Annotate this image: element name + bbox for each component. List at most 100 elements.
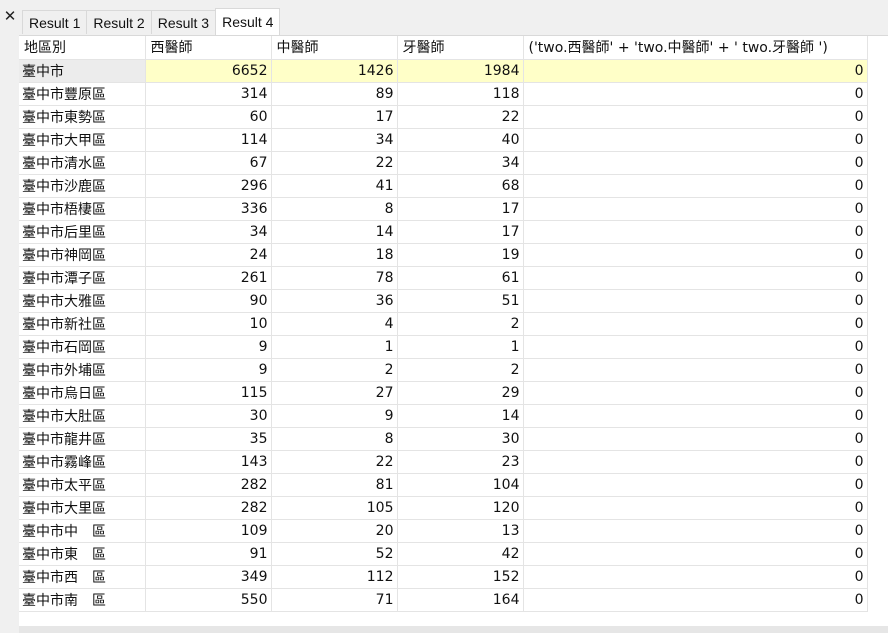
table-row[interactable]: 臺中市西 區 349 112 152 0	[19, 565, 868, 589]
cell-dentists[interactable]: 17	[397, 197, 524, 221]
cell-region[interactable]: 臺中市大肚區	[19, 404, 146, 428]
cell-region[interactable]: 臺中市大里區	[19, 496, 146, 520]
cell-chinese-doctors[interactable]: 52	[271, 542, 398, 566]
cell-expression[interactable]: 0	[523, 473, 868, 497]
cell-chinese-doctors[interactable]: 89	[271, 82, 398, 106]
cell-expression[interactable]: 0	[523, 82, 868, 106]
cell-dentists[interactable]: 1984	[397, 59, 524, 83]
cell-region[interactable]: 臺中市西 區	[19, 565, 146, 589]
cell-region[interactable]: 臺中市梧棲區	[19, 197, 146, 221]
tab-result-4[interactable]: Result 4	[215, 8, 281, 35]
table-row[interactable]: 臺中市大甲區 114 34 40 0	[19, 128, 868, 152]
cell-expression[interactable]: 0	[523, 266, 868, 290]
cell-dentists[interactable]: 152	[397, 565, 524, 589]
table-row[interactable]: 臺中市石岡區 9 1 1 0	[19, 335, 868, 359]
cell-chinese-doctors[interactable]: 18	[271, 243, 398, 267]
column-header-western-doctors[interactable]: 西醫師	[145, 36, 272, 60]
cell-western-doctors[interactable]: 60	[145, 105, 272, 129]
table-row[interactable]: 臺中市烏日區 115 27 29 0	[19, 381, 868, 405]
cell-western-doctors[interactable]: 114	[145, 128, 272, 152]
cell-region[interactable]: 臺中市后里區	[19, 220, 146, 244]
table-row[interactable]: 臺中市沙鹿區 296 41 68 0	[19, 174, 868, 198]
cell-western-doctors[interactable]: 9	[145, 335, 272, 359]
cell-expression[interactable]: 0	[523, 174, 868, 198]
cell-region[interactable]: 臺中市外埔區	[19, 358, 146, 382]
cell-western-doctors[interactable]: 550	[145, 588, 272, 612]
cell-dentists[interactable]: 120	[397, 496, 524, 520]
cell-expression[interactable]: 0	[523, 105, 868, 129]
table-row[interactable]: 臺中市太平區 282 81 104 0	[19, 473, 868, 497]
table-row[interactable]: 臺中市神岡區 24 18 19 0	[19, 243, 868, 267]
cell-chinese-doctors[interactable]: 71	[271, 588, 398, 612]
cell-dentists[interactable]: 22	[397, 105, 524, 129]
cell-region[interactable]: 臺中市神岡區	[19, 243, 146, 267]
cell-region[interactable]: 臺中市新社區	[19, 312, 146, 336]
cell-expression[interactable]: 0	[523, 220, 868, 244]
cell-dentists[interactable]: 29	[397, 381, 524, 405]
cell-region[interactable]: 臺中市龍井區	[19, 427, 146, 451]
cell-expression[interactable]: 0	[523, 197, 868, 221]
cell-chinese-doctors[interactable]: 22	[271, 151, 398, 175]
cell-chinese-doctors[interactable]: 2	[271, 358, 398, 382]
cell-region[interactable]: 臺中市石岡區	[19, 335, 146, 359]
column-header-expression[interactable]: ('two.西醫師' + 'two.中醫師' + ' two.牙醫師 ')	[523, 36, 868, 60]
cell-western-doctors[interactable]: 349	[145, 565, 272, 589]
cell-western-doctors[interactable]: 143	[145, 450, 272, 474]
cell-expression[interactable]: 0	[523, 381, 868, 405]
cell-chinese-doctors[interactable]: 41	[271, 174, 398, 198]
table-row[interactable]: 臺中市南 區 550 71 164 0	[19, 588, 868, 612]
cell-dentists[interactable]: 1	[397, 335, 524, 359]
table-row[interactable]: 臺中市新社區 10 4 2 0	[19, 312, 868, 336]
cell-chinese-doctors[interactable]: 105	[271, 496, 398, 520]
cell-chinese-doctors[interactable]: 4	[271, 312, 398, 336]
cell-western-doctors[interactable]: 67	[145, 151, 272, 175]
cell-western-doctors[interactable]: 314	[145, 82, 272, 106]
cell-chinese-doctors[interactable]: 78	[271, 266, 398, 290]
cell-region[interactable]: 臺中市南 區	[19, 588, 146, 612]
table-row[interactable]: 臺中市外埔區 9 2 2 0	[19, 358, 868, 382]
cell-region[interactable]: 臺中市東 區	[19, 542, 146, 566]
cell-expression[interactable]: 0	[523, 404, 868, 428]
table-row[interactable]: 臺中市大肚區 30 9 14 0	[19, 404, 868, 428]
cell-dentists[interactable]: 30	[397, 427, 524, 451]
cell-region[interactable]: 臺中市潭子區	[19, 266, 146, 290]
cell-expression[interactable]: 0	[523, 519, 868, 543]
cell-dentists[interactable]: 17	[397, 220, 524, 244]
cell-dentists[interactable]: 68	[397, 174, 524, 198]
cell-chinese-doctors[interactable]: 14	[271, 220, 398, 244]
cell-expression[interactable]: 0	[523, 565, 868, 589]
cell-dentists[interactable]: 164	[397, 588, 524, 612]
cell-region[interactable]: 臺中市沙鹿區	[19, 174, 146, 198]
cell-expression[interactable]: 0	[523, 289, 868, 313]
cell-chinese-doctors[interactable]: 22	[271, 450, 398, 474]
cell-dentists[interactable]: 42	[397, 542, 524, 566]
cell-region[interactable]: 臺中市	[19, 59, 146, 83]
column-header-chinese-doctors[interactable]: 中醫師	[271, 36, 398, 60]
cell-region[interactable]: 臺中市清水區	[19, 151, 146, 175]
cell-expression[interactable]: 0	[523, 243, 868, 267]
cell-chinese-doctors[interactable]: 1	[271, 335, 398, 359]
cell-western-doctors[interactable]: 261	[145, 266, 272, 290]
tab-result-3[interactable]: Result 3	[150, 10, 217, 34]
cell-expression[interactable]: 0	[523, 335, 868, 359]
cell-dentists[interactable]: 2	[397, 358, 524, 382]
tab-result-2[interactable]: Result 2	[86, 10, 152, 34]
table-row[interactable]: 臺中市清水區 67 22 34 0	[19, 151, 868, 175]
cell-western-doctors[interactable]: 90	[145, 289, 272, 313]
cell-expression[interactable]: 0	[523, 588, 868, 612]
table-row[interactable]: 臺中市東 區 91 52 42 0	[19, 542, 868, 566]
table-row[interactable]: 臺中市后里區 34 14 17 0	[19, 220, 868, 244]
cell-expression[interactable]: 0	[523, 427, 868, 451]
cell-dentists[interactable]: 104	[397, 473, 524, 497]
table-row[interactable]: 臺中市梧棲區 336 8 17 0	[19, 197, 868, 221]
table-row[interactable]: 臺中市大雅區 90 36 51 0	[19, 289, 868, 313]
cell-expression[interactable]: 0	[523, 312, 868, 336]
cell-expression[interactable]: 0	[523, 151, 868, 175]
close-icon[interactable]: ✕	[0, 6, 20, 26]
table-row[interactable]: 臺中市 6652 1426 1984 0	[19, 59, 868, 83]
table-row[interactable]: 臺中市中 區 109 20 13 0	[19, 519, 868, 543]
cell-dentists[interactable]: 118	[397, 82, 524, 106]
cell-chinese-doctors[interactable]: 8	[271, 427, 398, 451]
cell-chinese-doctors[interactable]: 36	[271, 289, 398, 313]
cell-region[interactable]: 臺中市豐原區	[19, 82, 146, 106]
